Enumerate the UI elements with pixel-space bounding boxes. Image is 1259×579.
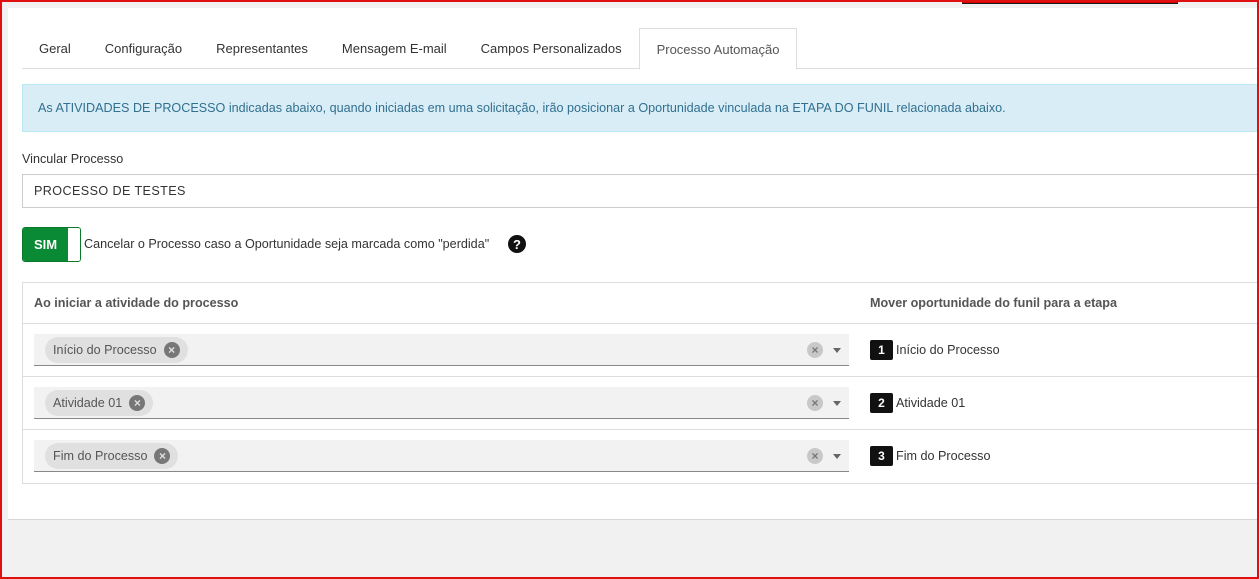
activity-chip-label: Fim do Processo [53, 449, 148, 463]
stage-cell: 2 Atividade 01 [870, 393, 965, 413]
clear-selection-icon[interactable]: × [807, 395, 823, 411]
chevron-down-icon[interactable] [833, 401, 841, 406]
vincular-processo-label: Vincular Processo [22, 152, 124, 166]
toggle-on-label: SIM [23, 228, 68, 261]
cancel-process-toggle[interactable]: SIM [22, 227, 81, 262]
activity-chip: Atividade 01 × [45, 390, 154, 416]
activity-chip: Fim do Processo × [45, 443, 179, 469]
clear-selection-icon[interactable]: × [807, 342, 823, 358]
tab-campos-personalizados[interactable]: Campos Personalizados [464, 28, 639, 69]
stage-cell: 1 Início do Processo [870, 340, 1000, 360]
question-circle-icon[interactable]: ? [508, 235, 526, 253]
table-row: Início do Processo × × 1 Início do Proce… [23, 324, 1259, 377]
stage-number-badge: 1 [870, 340, 893, 360]
activity-chip: Início do Processo × [45, 337, 188, 363]
table-header: Ao iniciar a atividade do processo Mover… [23, 283, 1259, 324]
vincular-processo-value: PROCESSO DE TESTES [34, 184, 186, 198]
header-activity: Ao iniciar a atividade do processo [34, 296, 239, 310]
activity-multiselect[interactable]: Início do Processo × × [34, 334, 849, 366]
tab-processo-automacao[interactable]: Processo Automação [638, 28, 798, 70]
activity-stage-table: Ao iniciar a atividade do processo Mover… [22, 282, 1259, 484]
vincular-processo-select[interactable]: PROCESSO DE TESTES [22, 174, 1259, 208]
tab-geral[interactable]: Geral [22, 28, 88, 69]
stage-name: Fim do Processo [896, 449, 991, 463]
stage-number-badge: 3 [870, 446, 893, 466]
tab-mensagem-email[interactable]: Mensagem E-mail [325, 28, 464, 69]
stage-name: Início do Processo [896, 343, 1000, 357]
top-red-marker [962, 0, 1178, 4]
tab-configuracao[interactable]: Configuração [88, 28, 199, 69]
panel-bottom-divider [8, 519, 1259, 520]
activity-chip-label: Atividade 01 [53, 396, 123, 410]
stage-number-badge: 2 [870, 393, 893, 413]
table-row: Atividade 01 × × 2 Atividade 01 [23, 377, 1259, 430]
clear-selection-icon[interactable]: × [807, 448, 823, 464]
remove-chip-icon[interactable]: × [163, 342, 180, 358]
info-alert: As ATIVIDADES DE PROCESSO indicadas abai… [22, 84, 1259, 132]
chevron-down-icon[interactable] [833, 348, 841, 353]
info-alert-text: As ATIVIDADES DE PROCESSO indicadas abai… [38, 101, 1006, 115]
activity-chip-label: Início do Processo [53, 343, 157, 357]
stage-cell: 3 Fim do Processo [870, 446, 990, 466]
table-row: Fim do Processo × × 3 Fim do Processo [23, 430, 1259, 483]
remove-chip-icon[interactable]: × [129, 395, 146, 411]
toggle-knob [68, 228, 80, 261]
stage-name: Atividade 01 [896, 396, 966, 410]
header-stage: Mover oportunidade do funil para a etapa [870, 296, 1118, 310]
cancel-process-label: Cancelar o Processo caso a Oportunidade … [84, 237, 490, 251]
tab-bar: Geral Configuração Representantes Mensag… [22, 18, 1259, 70]
activity-multiselect[interactable]: Fim do Processo × × [34, 440, 849, 472]
tab-representantes[interactable]: Representantes [199, 28, 325, 69]
activity-multiselect[interactable]: Atividade 01 × × [34, 387, 849, 419]
remove-chip-icon[interactable]: × [154, 448, 171, 464]
chevron-down-icon[interactable] [833, 454, 841, 459]
